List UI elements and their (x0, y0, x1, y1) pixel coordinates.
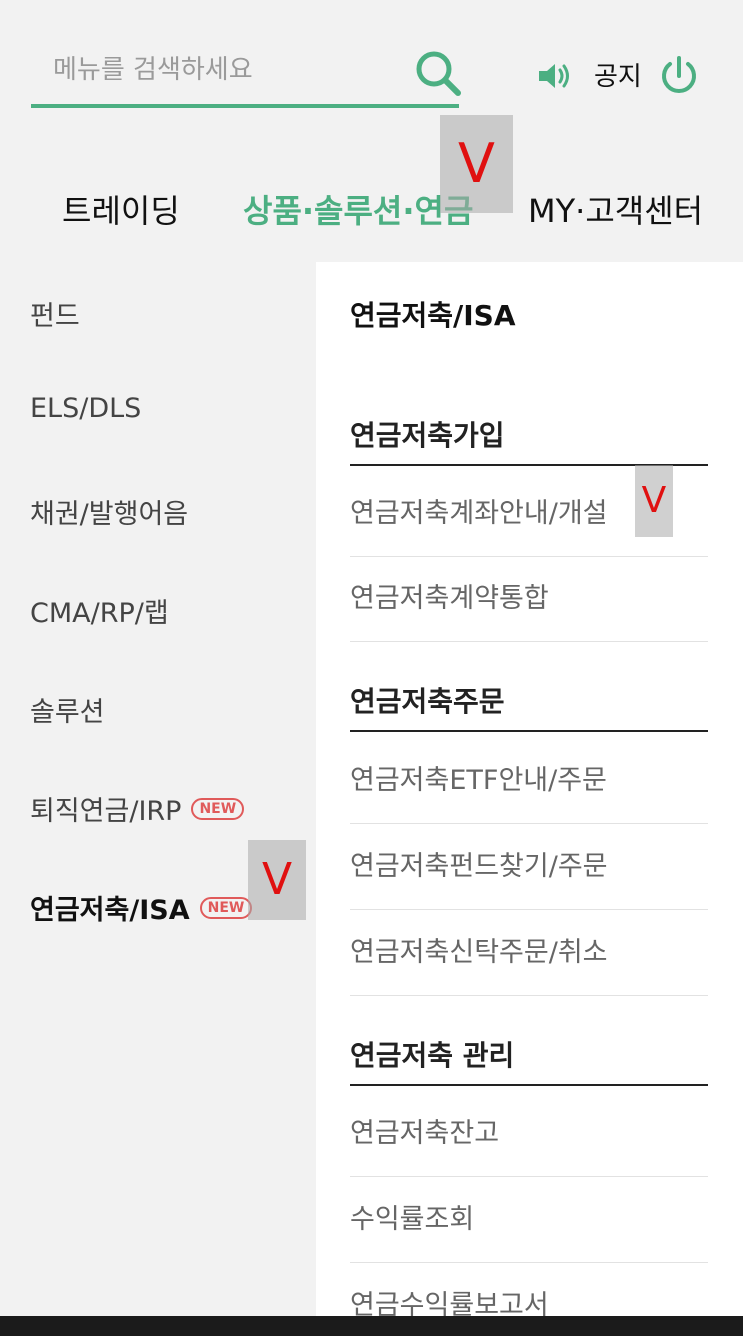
left-menu-item-els-dls[interactable]: ELS/DLS (30, 393, 141, 424)
left-category-menu: 펀드 ELS/DLS 채권/발행어음 CMA/RP/랩 솔루션 퇴직연금/IRP… (0, 262, 316, 1316)
left-menu-item-label: ELS/DLS (30, 393, 142, 424)
tab-my-customer-center[interactable]: MY·고객센터 (528, 186, 703, 232)
left-menu-item-fund[interactable]: 펀드 (30, 294, 80, 333)
notice-button[interactable]: 공지 (594, 56, 642, 93)
search-input[interactable] (31, 40, 423, 100)
search-underline (31, 104, 459, 108)
annotation-check-mark: V (635, 465, 673, 537)
submenu-item-trust-order[interactable]: 연금저축신탁주문/취소 (350, 911, 708, 996)
left-menu-item-label: CMA/RP/랩 (30, 598, 169, 629)
tab-products-solutions-pension[interactable]: 상품·솔루션·연금 (243, 186, 473, 232)
section-title-pension-order: 연금저축주문 (350, 680, 708, 732)
panel-title: 연금저축/ISA (350, 299, 516, 332)
submenu-item-balance[interactable]: 연금저축잔고 (350, 1092, 708, 1177)
speaker-icon[interactable] (537, 60, 573, 92)
tab-trading[interactable]: 트레이딩 (62, 186, 180, 232)
submenu-item-contract-merge[interactable]: 연금저축계약통합 (350, 557, 708, 642)
submenu-item-return-inquiry[interactable]: 수익률조회 (350, 1178, 708, 1263)
left-menu-item-bonds[interactable]: 채권/발행어음 (30, 492, 188, 531)
header: 공지 트레이딩 상품·솔루션·연금 MY·고객센터 (0, 0, 743, 262)
submenu-item-return-report[interactable]: 연금수익률보고서 (350, 1264, 708, 1316)
submenu-panel: 연금저축/ISA 연금저축가입 연금저축계좌안내/개설 연금저축계약통합 연금저… (316, 262, 743, 1316)
left-menu-item-retirement-irp[interactable]: 퇴직연금/IRP NEW (30, 789, 245, 828)
new-badge: NEW (191, 797, 245, 820)
new-badge: NEW (199, 896, 253, 919)
submenu-item-etf-order[interactable]: 연금저축ETF안내/주문 (350, 739, 708, 824)
system-navigation-bar (0, 1316, 743, 1336)
left-menu-item-solutions[interactable]: 솔루션 (30, 690, 105, 729)
submenu-item-fund-order[interactable]: 연금저축펀드찾기/주문 (350, 825, 708, 910)
search-icon[interactable] (413, 48, 463, 98)
left-menu-item-label: 채권/발행어음 (30, 499, 189, 530)
left-menu-item-label: 펀드 (30, 301, 80, 332)
left-menu-item-pension-isa[interactable]: 연금저축/ISA NEW (30, 888, 253, 927)
left-menu-item-label: 솔루션 (30, 697, 105, 728)
section-title-pension-manage: 연금저축 관리 (350, 1034, 708, 1086)
search-bar (31, 40, 461, 110)
left-menu-item-label: 연금저축/ISA (30, 895, 190, 926)
annotation-check-mark: V (248, 840, 306, 920)
power-icon[interactable] (658, 55, 700, 97)
section-title-pension-signup: 연금저축가입 (350, 414, 708, 466)
left-menu-item-cma-rp-wrap[interactable]: CMA/RP/랩 (30, 591, 169, 630)
left-menu-item-label: 퇴직연금/IRP (30, 796, 182, 827)
annotation-check-mark: V (440, 115, 513, 213)
